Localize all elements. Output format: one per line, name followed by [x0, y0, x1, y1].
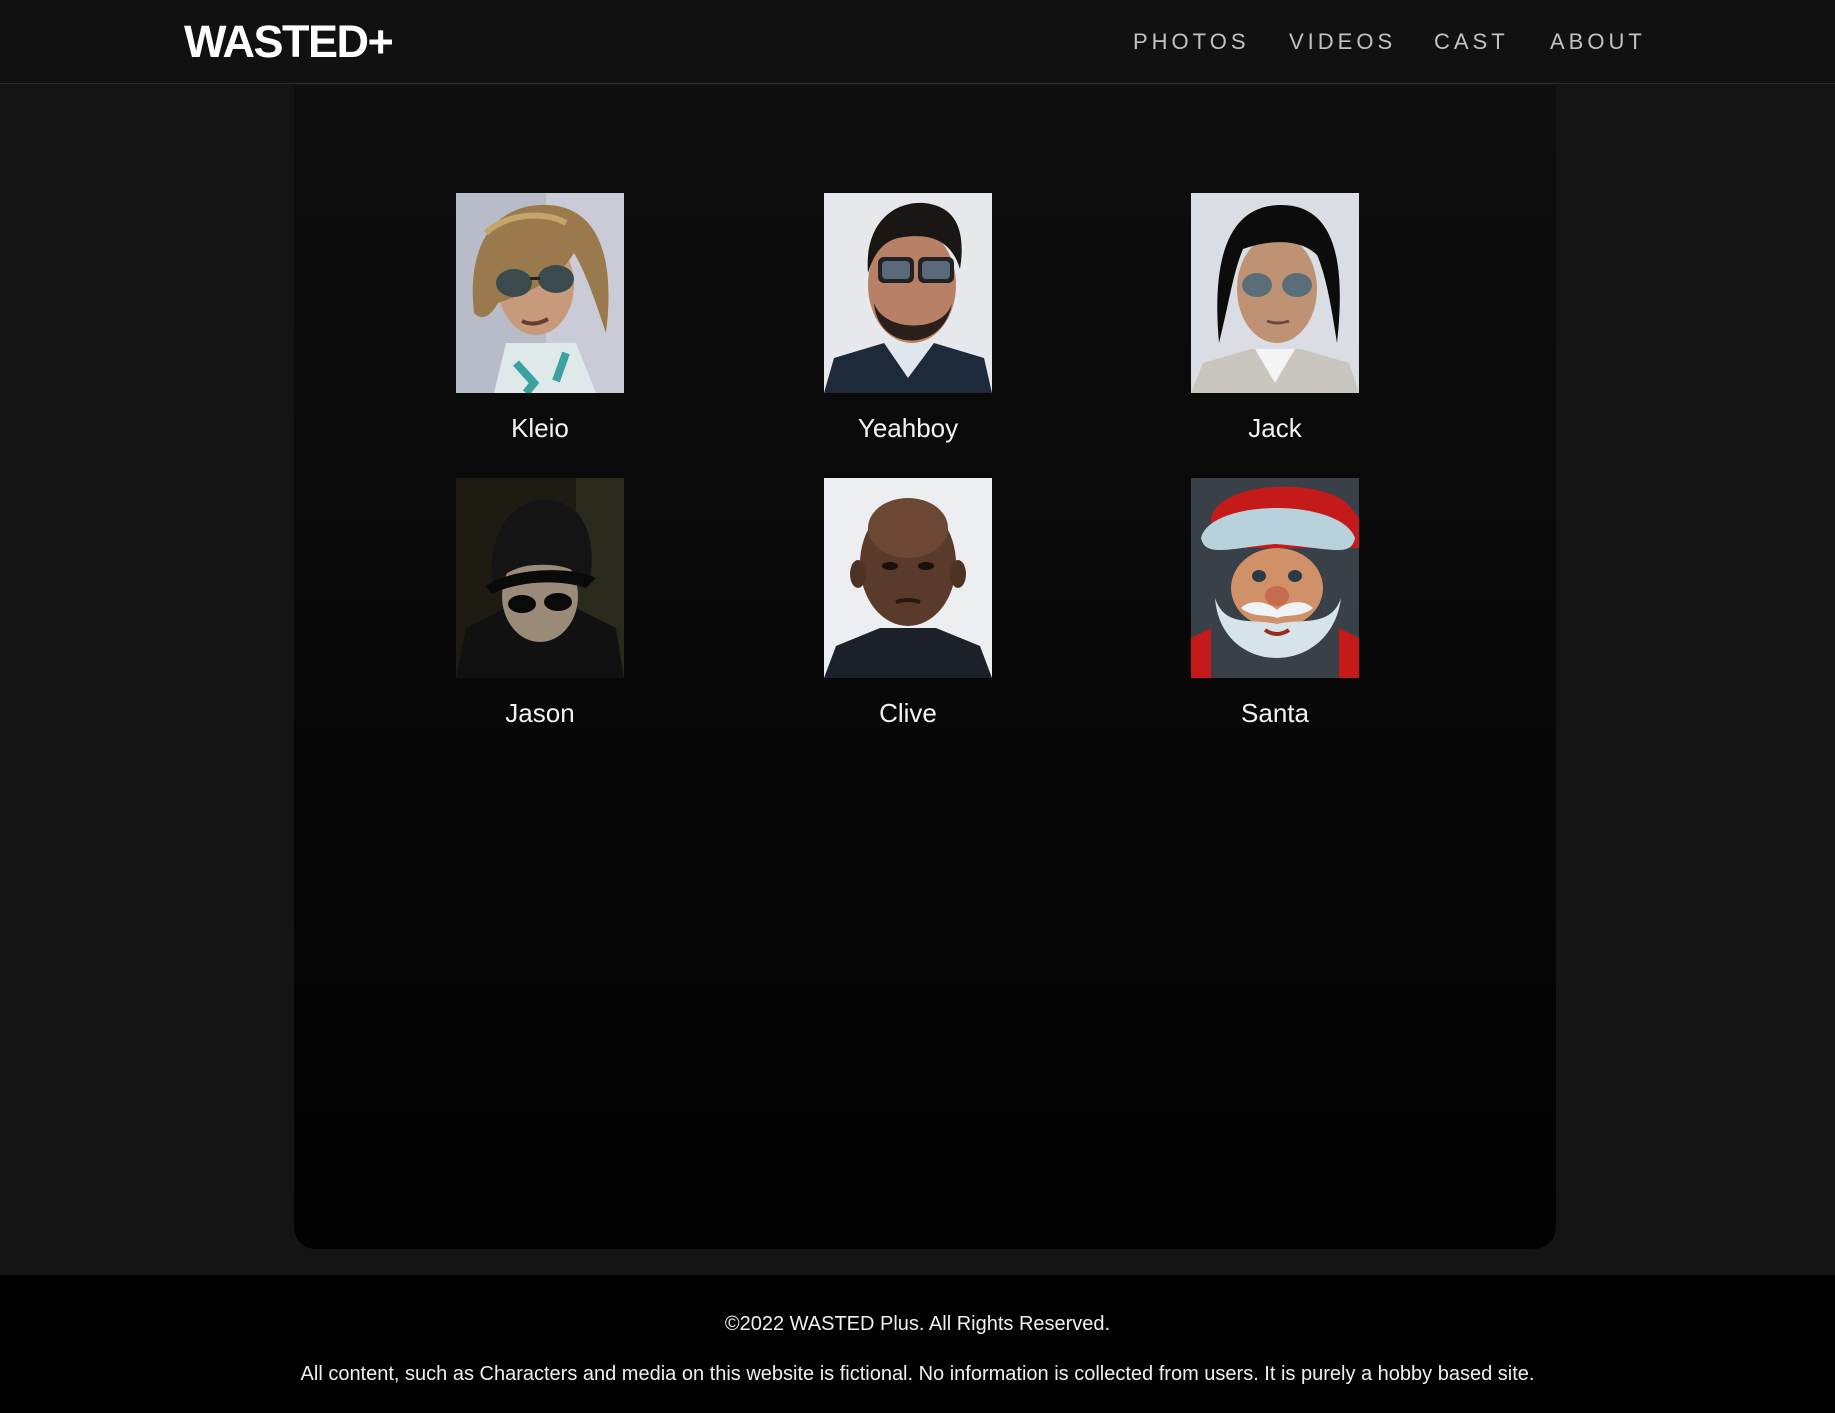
site-header: WASTED+ PHOTOS VIDEOS CAST ABOUT: [0, 0, 1835, 84]
nav-cast[interactable]: CAST: [1434, 26, 1509, 58]
yeahboy-portrait[interactable]: [824, 193, 992, 393]
cast-name-jack: Jack: [1248, 413, 1302, 443]
jack-portrait[interactable]: [1191, 193, 1359, 393]
main-nav: PHOTOS VIDEOS CAST ABOUT: [1133, 26, 1653, 58]
site-footer: ©2022 WASTED Plus. All Rights Reserved. …: [0, 1275, 1835, 1413]
nav-photos[interactable]: PHOTOS: [1133, 26, 1250, 58]
cast-name-kleio: Kleio: [511, 413, 569, 443]
cast-name-jason: Jason: [505, 698, 575, 728]
cast-card-santa[interactable]: Santa: [1191, 478, 1359, 728]
disclaimer-text: All content, such as Characters and medi…: [300, 1363, 1535, 1385]
santa-portrait[interactable]: [1191, 478, 1359, 678]
nav-about[interactable]: ABOUT: [1550, 26, 1646, 58]
clive-portrait[interactable]: [824, 478, 992, 678]
site-logo[interactable]: WASTED+: [184, 14, 394, 70]
cast-name-clive: Clive: [879, 698, 937, 728]
cast-card-kleio[interactable]: Kleio: [456, 193, 624, 443]
cast-panel: Kleio Yeahboy Jack Jason Clive Santa: [294, 86, 1556, 1249]
cast-card-clive[interactable]: Clive: [824, 478, 992, 728]
nav-videos[interactable]: VIDEOS: [1289, 26, 1396, 58]
jason-portrait[interactable]: [456, 478, 624, 678]
kleio-portrait[interactable]: [456, 193, 624, 393]
cast-name-yeahboy: Yeahboy: [857, 413, 959, 443]
cast-card-jason[interactable]: Jason: [456, 478, 624, 728]
cast-card-jack[interactable]: Jack: [1191, 193, 1359, 443]
cast-name-santa: Santa: [1241, 698, 1309, 728]
copyright-text: ©2022 WASTED Plus. All Rights Reserved.: [724, 1313, 1111, 1335]
cast-card-yeahboy[interactable]: Yeahboy: [824, 193, 992, 443]
